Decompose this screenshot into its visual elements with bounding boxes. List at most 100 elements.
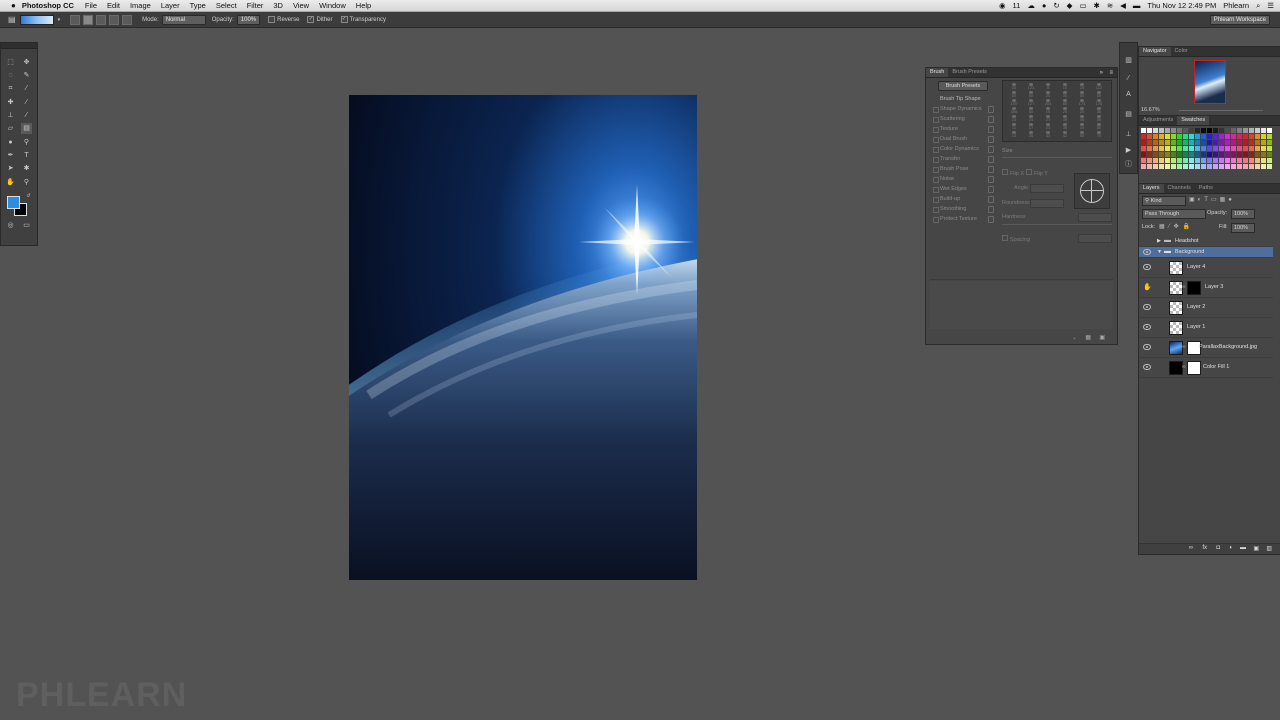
toggle-bristle-icon[interactable]: ⌄ <box>1072 334 1077 341</box>
brush-setting-item[interactable]: Shape Dynamics <box>930 104 996 114</box>
crop-tool-icon[interactable]: ⌗ <box>5 83 16 94</box>
color-swatch[interactable] <box>1213 158 1218 163</box>
color-swatch[interactable] <box>1219 134 1224 139</box>
radial-gradient-button[interactable] <box>83 14 94 25</box>
eye-icon[interactable] <box>1143 344 1151 350</box>
lock-icons[interactable]: ▦⁄✥🔒 <box>1159 223 1194 230</box>
color-swatch[interactable] <box>1201 164 1206 169</box>
color-swatch[interactable] <box>1231 128 1236 133</box>
flip-x-option[interactable]: Flip X <box>1002 169 1024 177</box>
color-swatch[interactable] <box>1231 158 1236 163</box>
color-swatch[interactable] <box>1255 146 1260 151</box>
type-tool-icon[interactable]: T <box>21 150 32 161</box>
clone-source-icon[interactable]: ⊥ <box>1123 129 1134 140</box>
move-tool-icon[interactable]: ✥ <box>21 57 32 68</box>
sync-icon[interactable]: ↻ <box>1053 1 1059 10</box>
color-swatch[interactable] <box>1165 152 1170 157</box>
info-icon[interactable]: ⓘ <box>1123 159 1134 170</box>
layer-filter-icons[interactable]: ▣◐T▭▦● <box>1189 196 1235 203</box>
color-swatch[interactable] <box>1171 128 1176 133</box>
menu-app-name[interactable]: Photoshop CC <box>22 1 74 10</box>
brush-setting-item[interactable]: Transfer <box>930 154 996 164</box>
color-swatch[interactable] <box>1225 140 1230 145</box>
angle-field[interactable] <box>1030 184 1064 193</box>
menu-3d[interactable]: 3D <box>273 1 283 10</box>
color-swatch[interactable] <box>1183 158 1188 163</box>
color-swatch[interactable] <box>1267 134 1272 139</box>
color-swatch[interactable] <box>1147 134 1152 139</box>
color-swatch[interactable] <box>1159 164 1164 169</box>
lasso-tool-icon[interactable]: ◌ <box>5 70 16 81</box>
brush-preset[interactable]: 44 <box>1075 123 1089 130</box>
color-swatch[interactable] <box>1177 164 1182 169</box>
dropbox-icon[interactable]: ◆ <box>1067 1 1073 10</box>
zoom-tool-icon[interactable]: ⚲ <box>21 177 32 188</box>
notification-icon[interactable]: ☰ <box>1267 1 1274 10</box>
brush-preset[interactable]: 10 <box>1058 83 1072 90</box>
tab-brush-presets[interactable]: Brush Presets <box>948 68 991 77</box>
eye-icon[interactable] <box>1143 324 1151 330</box>
color-swatch[interactable] <box>1147 140 1152 145</box>
brush-preset[interactable]: 16 <box>1041 107 1055 114</box>
brush-preset-grid[interactable]: 30 123 8 10 25 112 60 50 25 30 50 60 100 127 284 80 174 1… <box>1002 80 1112 142</box>
collapse-icon[interactable]: » <box>1100 70 1103 76</box>
brush-preset[interactable]: 112 <box>1092 83 1106 90</box>
toolbox-header[interactable] <box>1 43 37 49</box>
eraser-tool-icon[interactable]: ▱ <box>5 123 16 134</box>
color-swatch[interactable] <box>1219 164 1224 169</box>
brush-preset[interactable]: 14 <box>1007 131 1021 138</box>
brush-preset[interactable]: 17 <box>1024 123 1038 130</box>
brush-preset[interactable]: 80 <box>1058 99 1072 106</box>
opacity-field[interactable]: 100% <box>236 14 261 25</box>
gradient-swatch[interactable] <box>19 14 54 25</box>
brush-preset[interactable]: 23 <box>1041 123 1055 130</box>
color-swatch[interactable] <box>1171 146 1176 151</box>
eye-icon[interactable] <box>1143 264 1151 270</box>
color-swatch[interactable] <box>1249 140 1254 145</box>
color-swatch[interactable] <box>1183 134 1188 139</box>
color-swatch[interactable] <box>1261 152 1266 157</box>
brush-preset[interactable]: 50 <box>1075 91 1089 98</box>
character-icon[interactable]: A <box>1123 89 1134 100</box>
color-swatch[interactable] <box>1225 128 1230 133</box>
brush-preset[interactable]: 60 <box>1092 123 1106 130</box>
color-swatch[interactable] <box>1177 140 1182 145</box>
eye-icon[interactable] <box>1143 304 1151 310</box>
color-swatch[interactable] <box>1165 134 1170 139</box>
color-swatch[interactable] <box>1231 146 1236 151</box>
color-swatch[interactable] <box>1171 164 1176 169</box>
brush-preset[interactable]: 39 <box>1058 115 1072 122</box>
color-swatch[interactable] <box>1255 134 1260 139</box>
battery-icon[interactable]: ▬ <box>1133 1 1141 10</box>
color-swatch[interactable] <box>1153 140 1158 145</box>
color-swatch[interactable] <box>1177 128 1182 133</box>
brush-setting-item[interactable]: Scattering <box>930 114 996 124</box>
layer-row-layer-1[interactable]: Layer 1 <box>1139 318 1273 338</box>
menu-edit[interactable]: Edit <box>107 1 120 10</box>
color-swatch[interactable] <box>1177 152 1182 157</box>
color-swatch[interactable] <box>1225 152 1230 157</box>
shape-tool-icon[interactable]: ✱ <box>21 163 32 174</box>
tab-brush[interactable]: Brush <box>926 68 949 77</box>
color-swatch[interactable] <box>1237 128 1242 133</box>
blur-tool-icon[interactable]: ● <box>5 137 16 148</box>
roundness-field[interactable] <box>1030 199 1064 208</box>
brush-setting-item[interactable]: Color Dynamics <box>930 144 996 154</box>
color-swatch[interactable] <box>1189 134 1194 139</box>
gradient-tool-icon[interactable]: ▤ <box>8 15 16 24</box>
color-swatch[interactable] <box>1147 158 1152 163</box>
color-swatch[interactable] <box>1171 158 1176 163</box>
brush-preset[interactable]: 60 <box>1007 91 1021 98</box>
brush-preset[interactable]: 30 <box>1007 83 1021 90</box>
color-swatch[interactable] <box>1267 140 1272 145</box>
layer-row-color-fill[interactable]: ∞ Color Fill 1 <box>1139 358 1273 378</box>
quick-select-tool-icon[interactable]: ✎ <box>21 70 32 81</box>
brush-preset[interactable]: 36 <box>1058 123 1072 130</box>
hardness-slider[interactable] <box>1002 224 1112 225</box>
brush-preset[interactable]: 8 <box>1041 83 1055 90</box>
dither-checkbox[interactable]: ✓ <box>307 16 315 23</box>
color-swatch[interactable] <box>1261 128 1266 133</box>
color-swatch[interactable] <box>1195 134 1200 139</box>
linear-gradient-button[interactable] <box>70 14 81 25</box>
healing-tool-icon[interactable]: ✚ <box>5 97 16 108</box>
